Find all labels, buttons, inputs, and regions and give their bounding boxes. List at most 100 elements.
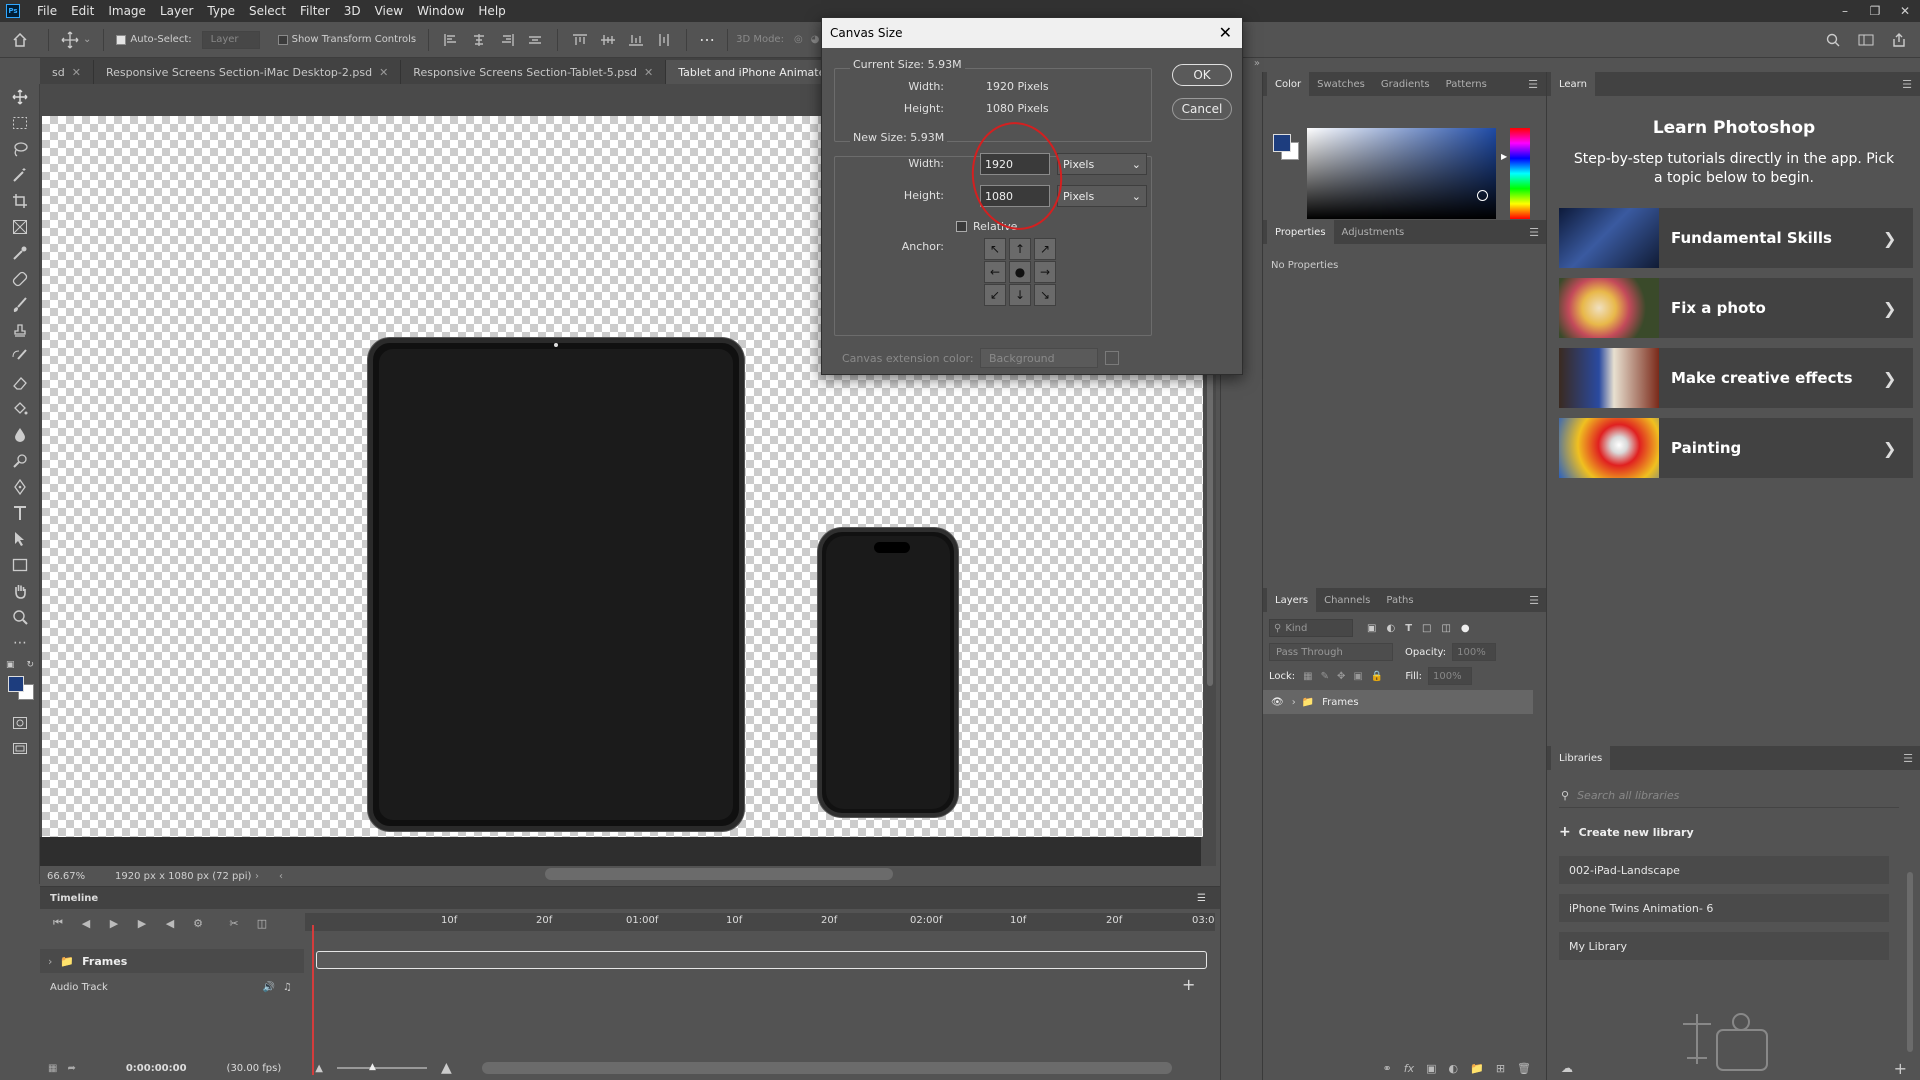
tab-swatches[interactable]: Swatches — [1309, 72, 1373, 96]
distribute-horizontal-icon[interactable] — [657, 33, 671, 46]
more-options-icon[interactable]: ⋯ — [695, 29, 719, 51]
scroll-left-icon[interactable]: ‹ — [279, 871, 283, 882]
layer-style-icon[interactable]: fx — [1404, 1062, 1414, 1075]
blur-tool-icon[interactable] — [0, 422, 40, 448]
lasso-tool-icon[interactable] — [0, 136, 40, 162]
visibility-eye-icon[interactable]: 👁 — [1271, 697, 1284, 708]
align-center-icon[interactable] — [472, 33, 486, 46]
distribute-vertical-icon[interactable] — [528, 34, 542, 46]
adjustment-layer-icon[interactable]: ◐ — [1449, 1062, 1459, 1075]
align-top-icon[interactable] — [573, 33, 588, 46]
menu-type[interactable]: Type — [200, 0, 242, 22]
menu-image[interactable]: Image — [101, 0, 153, 22]
3d-orbit-icon[interactable]: ◎ — [794, 34, 803, 45]
settings-gear-icon[interactable]: ⚙ — [184, 911, 212, 935]
delete-layer-icon[interactable]: 🗑 — [1517, 1062, 1531, 1075]
menu-edit[interactable]: Edit — [64, 0, 101, 22]
screen-mode-icon[interactable] — [0, 736, 40, 762]
timeline-title[interactable]: Timeline — [50, 893, 98, 904]
brush-tool-icon[interactable] — [0, 292, 40, 318]
play-icon[interactable]: ▶ — [100, 911, 128, 935]
tab-document-1[interactable]: sd ✕ — [40, 60, 94, 84]
extension-color-select[interactable]: Background — [980, 348, 1098, 368]
close-tab-icon[interactable]: ✕ — [379, 66, 388, 79]
learn-card-painting[interactable]: Painting ❯ — [1559, 418, 1913, 478]
home-icon[interactable] — [0, 29, 40, 51]
expand-chevron-icon[interactable]: › — [48, 955, 52, 968]
rectangle-tool-icon[interactable] — [0, 552, 40, 578]
filter-pixel-icon[interactable]: ▣ — [1367, 623, 1376, 634]
minimize-icon[interactable]: – — [1830, 0, 1860, 22]
lock-transparency-icon[interactable]: ▦ — [1303, 671, 1312, 682]
menu-select[interactable]: Select — [242, 0, 293, 22]
fill-field[interactable]: 100% — [1428, 667, 1473, 685]
filter-shape-icon[interactable]: □ — [1422, 623, 1431, 634]
transition-icon[interactable]: ◫ — [248, 911, 276, 935]
align-right-icon[interactable] — [500, 33, 514, 46]
auto-select-target-select[interactable]: Layer — [201, 30, 260, 49]
music-note-icon[interactable]: ♫ — [283, 982, 292, 993]
extension-color-swatch[interactable] — [1105, 351, 1119, 365]
close-tab-icon[interactable]: ✕ — [72, 66, 81, 79]
tab-document-2[interactable]: Responsive Screens Section-iMac Desktop-… — [94, 60, 402, 84]
menu-help[interactable]: Help — [471, 0, 512, 22]
width-unit-select[interactable]: Pixels ⌄ — [1057, 153, 1147, 175]
library-item[interactable]: iPhone Twins Animation- 6 — [1559, 894, 1889, 922]
restore-icon[interactable]: ❐ — [1860, 0, 1890, 22]
lock-all-icon[interactable]: 🔒 — [1371, 671, 1383, 682]
blend-mode-select[interactable]: Pass Through — [1269, 643, 1393, 661]
link-layers-icon[interactable]: ⚭ — [1382, 1062, 1391, 1075]
filter-adjustment-icon[interactable]: ◐ — [1386, 623, 1395, 634]
tab-adjustments[interactable]: Adjustments — [1334, 220, 1413, 244]
switch-colors-icon[interactable]: ↻ — [26, 660, 34, 670]
libraries-scrollbar[interactable] — [1907, 872, 1913, 1052]
learn-card-fix-a-photo[interactable]: Fix a photo ❯ — [1559, 278, 1913, 338]
anchor-bottom-right-icon[interactable]: ↘ — [1034, 284, 1056, 306]
paint-bucket-tool-icon[interactable] — [0, 396, 40, 422]
menu-file[interactable]: File — [30, 0, 64, 22]
color-field[interactable] — [1307, 128, 1496, 219]
learn-card-make-creative-effects[interactable]: Make creative effects ❯ — [1559, 348, 1913, 408]
zoom-tool-icon[interactable] — [0, 604, 40, 630]
menu-window[interactable]: Window — [410, 0, 471, 22]
tab-channels[interactable]: Channels — [1316, 588, 1378, 612]
tab-libraries[interactable]: Libraries — [1551, 746, 1611, 770]
anchor-center-icon[interactable]: ● — [1009, 261, 1031, 283]
crop-tool-icon[interactable] — [0, 188, 40, 214]
zoom-out-icon[interactable]: ▲ — [315, 1063, 323, 1074]
frame-tool-icon[interactable] — [0, 214, 40, 240]
magic-wand-tool-icon[interactable] — [0, 162, 40, 188]
cloud-sync-icon[interactable]: ☁ — [1561, 1061, 1573, 1075]
align-middle-icon[interactable] — [601, 34, 616, 46]
render-video-icon[interactable]: ➦ — [67, 1063, 75, 1074]
tab-patterns[interactable]: Patterns — [1438, 72, 1495, 96]
close-icon[interactable]: ✕ — [1219, 23, 1232, 42]
pen-tool-icon[interactable] — [0, 474, 40, 500]
share-icon[interactable] — [1892, 32, 1906, 47]
anchor-top-left-icon[interactable]: ↖ — [984, 238, 1006, 260]
menu-3d[interactable]: 3D — [337, 0, 368, 22]
quick-mask-icon[interactable] — [0, 710, 40, 736]
add-icon[interactable]: + — [1894, 1059, 1907, 1078]
menu-layer[interactable]: Layer — [153, 0, 200, 22]
move-tool-icon[interactable] — [0, 84, 40, 110]
swap-colors-icon[interactable]: ▣ — [6, 660, 15, 670]
anchor-top-right-icon[interactable]: ↗ — [1034, 238, 1056, 260]
color-picker-cursor[interactable] — [1477, 190, 1488, 201]
align-left-icon[interactable] — [444, 33, 458, 46]
anchor-bottom-left-icon[interactable]: ↙ — [984, 284, 1006, 306]
default-colors-icon[interactable]: ▣ ↻ — [0, 656, 40, 674]
close-tab-icon[interactable]: ✕ — [644, 66, 653, 79]
first-frame-icon[interactable]: ⏮ — [44, 911, 72, 935]
dodge-tool-icon[interactable] — [0, 448, 40, 474]
previous-frame-icon[interactable]: ◀ — [72, 911, 100, 935]
split-scissors-icon[interactable]: ✂ — [220, 911, 248, 935]
filter-smart-object-icon[interactable]: ◫ — [1441, 623, 1450, 634]
eraser-tool-icon[interactable] — [0, 370, 40, 396]
new-layer-icon[interactable]: ⊞ — [1496, 1062, 1505, 1075]
convert-frames-icon[interactable]: ▦ — [48, 1063, 57, 1074]
audio-off-icon[interactable]: ◀ — [156, 911, 184, 935]
panel-menu-icon[interactable]: ☰ — [1903, 752, 1913, 765]
align-bottom-icon[interactable] — [629, 34, 644, 46]
layer-kind-filter[interactable]: ⚲ Kind — [1269, 619, 1353, 637]
